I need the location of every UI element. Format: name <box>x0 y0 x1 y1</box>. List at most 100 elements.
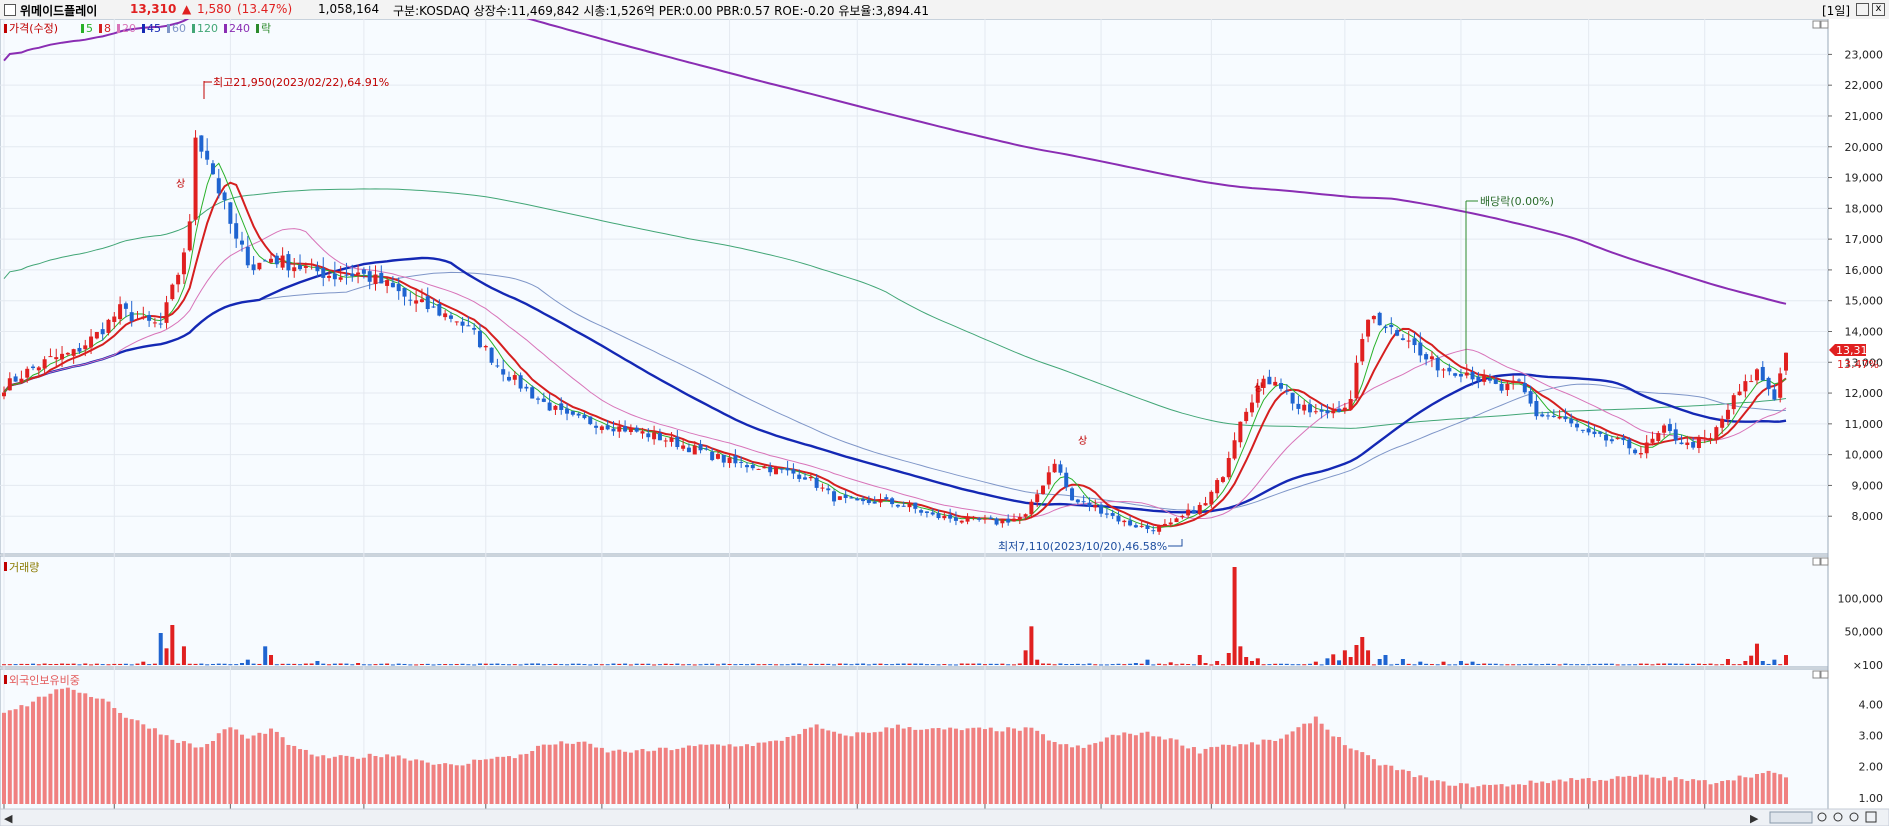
volume-bar <box>1139 663 1144 665</box>
foreign-bar <box>1406 771 1411 804</box>
stock-name[interactable]: 위메이드플레이 <box>20 2 97 19</box>
candle-body <box>704 448 709 450</box>
volume-bar <box>884 664 889 666</box>
volume-bar <box>1168 662 1173 665</box>
scroll-left-icon[interactable]: ◀ <box>4 812 13 825</box>
candle-body <box>733 455 738 464</box>
volume-bar <box>483 663 488 665</box>
period-selector[interactable]: [1일] <box>1822 2 1850 19</box>
volume-panel-buttons[interactable] <box>1812 557 1829 566</box>
volume-bar <box>1569 664 1574 666</box>
volume-bar <box>274 664 279 666</box>
foreign-bar <box>1366 755 1371 804</box>
foreign-bar <box>164 735 169 804</box>
volume-bar <box>222 663 227 665</box>
candle-body <box>890 498 895 505</box>
volume-bar <box>988 663 993 665</box>
volume-bar <box>1052 664 1057 666</box>
restore-icon[interactable] <box>1856 3 1869 16</box>
candle-body <box>994 518 999 525</box>
candle-body <box>1725 409 1730 420</box>
price-tag-value: 13,310 <box>1836 344 1875 357</box>
candle-body <box>1337 408 1342 412</box>
volume-bar <box>1633 664 1638 666</box>
foreign-bar <box>1447 785 1452 804</box>
foreign-tick-label: 4.00 <box>1859 699 1884 712</box>
volume-bar <box>930 664 935 666</box>
volume-bar <box>1128 663 1133 665</box>
volume-bar <box>1366 650 1371 665</box>
candle-body <box>286 254 291 271</box>
foreign-bar <box>1580 778 1585 804</box>
header-checkbox[interactable] <box>4 4 16 16</box>
candle-body <box>1081 501 1086 503</box>
volume-bar <box>1505 664 1510 666</box>
scroll-right-icon[interactable]: ▶ <box>1750 812 1759 825</box>
foreign-bar <box>553 744 558 804</box>
foreign-panel-buttons[interactable] <box>1812 670 1829 679</box>
close-icon[interactable]: x <box>1872 3 1885 16</box>
foreign-bar <box>750 745 755 804</box>
volume-bar <box>518 664 523 666</box>
foreign-bar <box>31 701 36 804</box>
volume-bar <box>1476 663 1481 665</box>
candle-body <box>1778 373 1783 398</box>
candle-body <box>303 265 308 268</box>
foreign-bar <box>791 735 796 804</box>
candle-body <box>443 313 448 318</box>
candle-body <box>1099 504 1104 514</box>
foreign-bar <box>1609 778 1614 804</box>
foreign-bar <box>280 737 285 804</box>
candle-body <box>1006 518 1011 523</box>
candle-body <box>112 316 117 322</box>
volume-bar <box>187 663 192 665</box>
candle-body <box>1308 404 1313 413</box>
foreign-bar <box>472 759 477 804</box>
volume-bar <box>1104 664 1109 666</box>
candle-body <box>309 263 314 265</box>
foreign-bar <box>141 724 146 804</box>
volume-bar <box>286 663 291 665</box>
candle-body <box>1162 523 1167 527</box>
candle-body <box>1110 513 1115 516</box>
volume-bar <box>1511 664 1516 666</box>
volume-bar <box>1679 663 1684 665</box>
foreign-bar <box>356 758 361 804</box>
foreign-bar <box>414 759 419 804</box>
candle-body <box>1174 518 1179 523</box>
candle-body <box>744 465 749 468</box>
volume-bar <box>942 664 947 666</box>
foreign-bar <box>948 727 953 804</box>
volume-bar <box>1226 653 1231 665</box>
stock-chart[interactable]: 8,0009,00010,00011,00012,00013,00014,000… <box>0 19 1889 826</box>
volume-bar <box>553 663 558 665</box>
candle-body <box>390 282 395 288</box>
volume-bar <box>541 664 546 666</box>
candle-body <box>1511 380 1516 383</box>
volume-bar <box>646 663 651 665</box>
candle-body <box>1023 514 1028 517</box>
foreign-bar <box>1679 779 1684 804</box>
volume-bar <box>1110 664 1115 666</box>
foreign-bar <box>942 729 947 804</box>
price-panel-buttons[interactable] <box>1812 20 1829 29</box>
volume-bar <box>1580 664 1585 666</box>
candle-body <box>1041 485 1046 495</box>
legend-swatch <box>81 24 84 33</box>
volume-bar <box>611 663 616 665</box>
candle-body <box>750 465 755 469</box>
candle-body <box>1569 418 1574 424</box>
candle-body <box>1267 376 1272 385</box>
candle-body <box>199 135 204 152</box>
foreign-bar <box>1476 786 1481 804</box>
candle-body <box>1186 509 1191 516</box>
volume-bar <box>1609 663 1614 665</box>
foreign-bar <box>646 751 651 804</box>
candle-body <box>1145 525 1150 530</box>
foreign-bar <box>1348 748 1353 804</box>
foreign-bar <box>803 728 808 804</box>
candle-body <box>379 272 384 284</box>
volume-bar <box>1302 664 1307 666</box>
zoom-slider[interactable] <box>1769 811 1813 824</box>
volume-bar <box>1563 663 1568 665</box>
